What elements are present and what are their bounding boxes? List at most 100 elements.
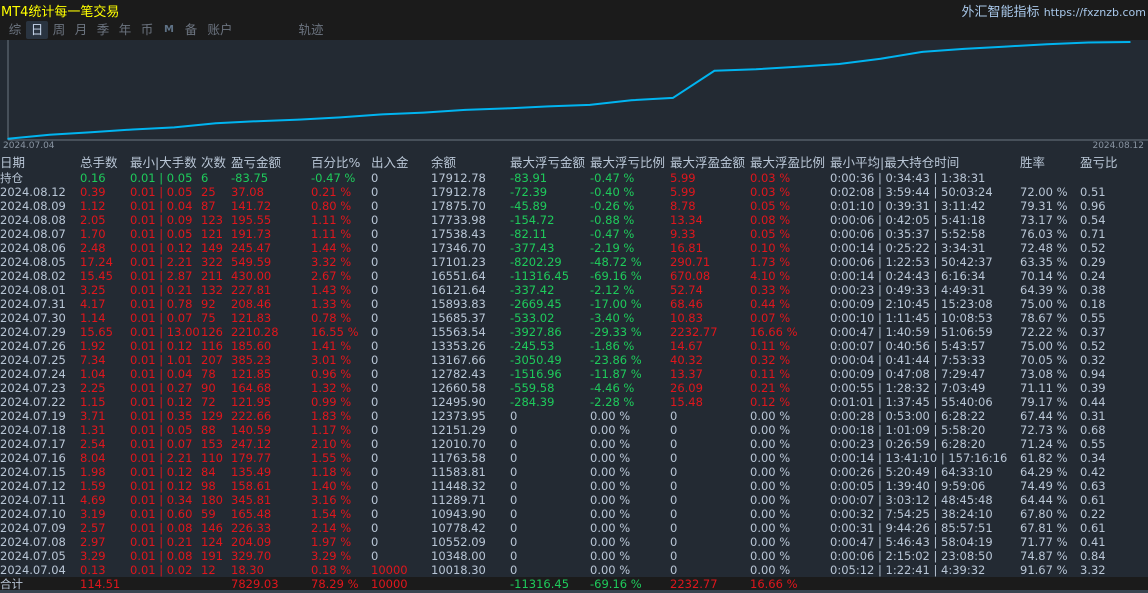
column-header[interactable]: 最大浮亏比例 [590,155,665,171]
table-row[interactable]: 2024.08.06 2.48 0.01 | 0.12 149 245.47 1.44 %… [0,241,1148,255]
cell: 18.30 [231,563,264,577]
column-header[interactable]: 盈亏金额 [231,155,281,171]
column-header[interactable]: 最大浮盈比例 [750,155,825,171]
table-row[interactable]: 2024.07.26 1.92 0.01 | 0.12 116 185.60 1.41 %… [0,339,1148,353]
cell: -48.72 % [590,255,642,269]
cell: 0 [371,199,379,213]
column-header[interactable]: 日期 [0,155,25,171]
column-header[interactable]: 总手数 [80,155,118,171]
tab-2[interactable]: 周 [48,21,70,39]
cell: 345.81 [231,493,272,507]
column-header[interactable]: 最小|大手数 [130,155,197,171]
cell: 0 [371,367,379,381]
tab-8[interactable]: 备 [180,21,202,39]
cell: 0 [670,451,678,465]
table-row[interactable]: 2024.07.22 1.15 0.01 | 0.12 72 121.95 0.99 % 0… [0,395,1148,409]
cell: 52.74 [670,283,703,297]
table-row[interactable]: 2024.07.08 2.97 0.01 | 0.21 124 204.09 1.97 %… [0,535,1148,549]
holding-row[interactable]: 持仓 0.16 0.01 | 0.05 6 -83.75 -0.47 % 0 17912.78… [0,171,1148,185]
table-row[interactable]: 2024.07.10 3.19 0.01 | 0.60 59 165.48 1.54 % 0… [0,507,1148,521]
cell: 0.99 % [311,395,352,409]
cell: 3.01 % [311,353,352,367]
cell: 1.55 % [311,451,352,465]
tab-6[interactable]: 币 [136,21,158,39]
cell: -0.26 % [590,199,635,213]
cell: 4.10 % [750,269,791,283]
cell: 0 [371,437,379,451]
table-row[interactable]: 2024.08.07 1.70 0.01 | 0.05 121 191.73 1.11 %… [0,227,1148,241]
balance-point [131,128,134,131]
cell: 0.00 % [590,521,631,535]
table-row[interactable]: 2024.07.31 4.17 0.01 | 0.78 92 208.46 1.33 % 0… [0,297,1148,311]
table-row[interactable]: 2024.07.09 2.57 0.01 | 0.08 146 226.33 2.14 %… [0,521,1148,535]
column-header[interactable]: 最大浮亏金额 [510,155,585,171]
table-row[interactable]: 2024.07.24 1.04 0.01 | 0.04 78 121.85 0.96 % 0… [0,367,1148,381]
cell: 0.55 [1080,437,1106,451]
cell: 0 [510,423,518,437]
cell: 17101.23 [431,255,486,269]
table-row[interactable]: 2024.07.19 3.71 0.01 | 0.35 129 222.66 1.83 %… [0,409,1148,423]
column-header[interactable]: 胜率 [1020,155,1045,171]
column-header[interactable]: 最大浮盈金额 [670,155,745,171]
cell: 140.59 [231,423,272,437]
table-row[interactable]: 2024.07.30 1.14 0.01 | 0.07 75 121.83 0.78 % 0… [0,311,1148,325]
table-row[interactable]: 2024.08.02 15.45 0.01 | 2.87 211 430.00 2.67 … [0,269,1148,283]
x-end-label: 2024.08.12 [1092,141,1144,151]
cell: 0.78 % [311,311,352,325]
table-row[interactable]: 2024.07.17 2.54 0.01 | 0.07 153 247.12 2.10 %… [0,437,1148,451]
table-row[interactable]: 2024.07.25 7.34 0.01 | 1.01 207 385.23 3.01 %… [0,353,1148,367]
cell: -11316.45 [510,577,570,591]
cell: 1.32 % [311,381,352,395]
tab-5[interactable]: 年 [114,21,136,39]
column-header[interactable]: 出入金 [371,155,409,171]
cell: 1.33 % [311,297,352,311]
brand[interactable]: 外汇智能指标 https://fxznzb.com [962,1,1146,20]
tab-0[interactable]: 综 [4,21,26,39]
cell: 3.25 [80,283,106,297]
cell: 0:00:14 | 0:25:22 | 3:34:31 [830,241,986,255]
tab-9[interactable]: 账户 [202,21,238,39]
table-row[interactable]: 2024.07.12 1.59 0.01 | 0.12 98 158.61 1.40 % 0… [0,479,1148,493]
cell: 17.24 [80,255,113,269]
cell: 1.31 [80,423,106,437]
cell: 0 [371,381,379,395]
balance-point [630,99,633,101]
column-header[interactable]: 最小平均|最大持仓时间 [830,155,959,171]
cell: 2024.08.08 [0,213,66,227]
tab-7[interactable]: M [158,21,180,39]
brand-url[interactable]: https://fxznzb.com [1044,6,1146,19]
column-header[interactable]: 盈亏比 [1080,155,1118,171]
table-row[interactable]: 2024.07.18 1.31 0.01 | 0.05 88 140.59 1.17 % 0… [0,423,1148,437]
column-header[interactable]: 余额 [431,155,456,171]
column-header[interactable]: 百分比% [311,155,360,171]
table-row[interactable]: 2024.07.05 3.29 0.01 | 0.08 191 329.70 3.29 %… [0,549,1148,563]
table-row[interactable]: 2024.07.16 8.04 0.01 | 2.21 110 179.77 1.55 %… [0,451,1148,465]
table-row[interactable]: 2024.08.05 17.24 0.01 | 2.21 322 549.59 3.32 … [0,255,1148,269]
cell: -82.11 [510,227,548,241]
tab-3[interactable]: 月 [70,21,92,39]
tab-4[interactable]: 季 [92,21,114,39]
total-row[interactable]: 合计 114.51 7829.03 78.29 % 10000 -11316.45 -69.… [0,577,1148,591]
table-row[interactable]: 2024.08.01 3.25 0.01 | 0.21 132 227.81 1.43 %… [0,283,1148,297]
cell: 3.32 [1080,563,1106,577]
tab-1[interactable]: 日 [26,21,48,39]
table-row[interactable]: 2024.08.08 2.05 0.01 | 0.09 123 195.55 1.11 %… [0,213,1148,227]
table-row[interactable]: 2024.08.09 1.12 0.01 | 0.04 87 141.72 0.80 % 0… [0,199,1148,213]
cell: 290.71 [670,255,711,269]
cell: 0.22 [1080,507,1106,521]
table-row[interactable]: 2024.07.15 1.98 0.01 | 0.12 84 135.49 1.18 % 0… [0,465,1148,479]
table-row[interactable]: 2024.07.11 4.69 0.01 | 0.34 180 345.81 3.16 %… [0,493,1148,507]
cell: 9.33 [670,227,696,241]
tab-10[interactable]: 轨迹 [296,21,326,39]
cell: 17733.98 [431,213,486,227]
table-row[interactable]: 2024.07.04 0.13 0.01 | 0.02 12 18.30 0.18 % 10… [0,563,1148,577]
table-row[interactable]: 2024.07.23 2.25 0.01 | 0.27 90 164.68 1.32 % 0… [0,381,1148,395]
cell: 2024.07.23 [0,381,66,395]
table-row[interactable]: 2024.08.12 0.39 0.01 | 0.05 25 37.08 0.21 % 0 1… [0,185,1148,199]
column-header[interactable]: 次数 [201,155,226,171]
cell: 61.82 % [1020,451,1068,465]
table-row[interactable]: 2024.07.29 15.65 0.01 | 13.00 126 2210.28 16.… [0,325,1148,339]
cell: 0.55 [1080,311,1106,325]
cell: 0:00:09 | 2:10:45 | 15:23:08 [830,297,993,311]
cell: 2024.07.18 [0,423,66,437]
